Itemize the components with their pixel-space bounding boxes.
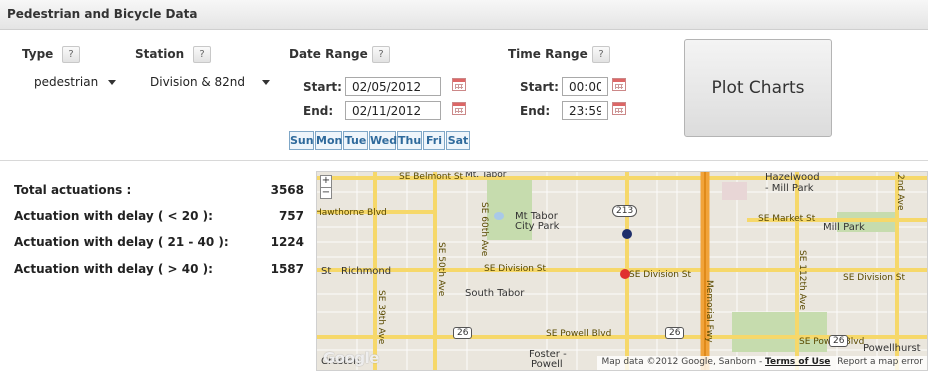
map-label-mt-tabor: Mt. Tabor	[465, 171, 507, 180]
stat-label-total: Total actuations :	[14, 183, 132, 197]
map-label-60th: SE 60th Ave	[479, 202, 489, 257]
station-marker-navy[interactable]	[622, 229, 632, 239]
time-start-label: Start:	[520, 80, 559, 94]
google-logo[interactable]: Google	[323, 349, 379, 367]
date-end-label: End:	[303, 104, 334, 118]
time-end-input[interactable]	[562, 101, 608, 120]
map-label-hazelwood: Hazelwood	[765, 172, 820, 183]
type-select-value: pedestrian	[34, 75, 99, 89]
day-toggle-thu[interactable]: Thu	[397, 131, 422, 150]
type-select[interactable]: pedestrian	[34, 75, 116, 91]
map-label-powellhurst: Powellhurst	[863, 343, 921, 354]
map-label-mill-park: Mill Park	[823, 222, 865, 233]
map-label-foster-2: Powell	[531, 359, 563, 370]
calendar-icon[interactable]	[612, 78, 626, 91]
day-toggle-sat[interactable]: Sat	[446, 131, 470, 150]
calendar-icon[interactable]	[612, 102, 626, 115]
day-toggle-fri[interactable]: Fri	[423, 131, 445, 150]
highway-shield-26-west: 26	[453, 327, 473, 339]
station-select[interactable]: Division & 82nd	[150, 75, 270, 91]
chevron-down-icon	[262, 80, 270, 85]
map-attribution: Map data ©2012 Google, Sanborn - Terms o…	[597, 356, 927, 370]
day-toggle-tue[interactable]: Tue	[343, 131, 368, 150]
zoom-control: + −	[320, 175, 332, 199]
stat-value-delay-over-40: 1587	[270, 262, 304, 276]
map-label-market: SE Market St	[758, 214, 816, 224]
date-start-label: Start:	[303, 80, 342, 94]
map-label-richmond: Richmond	[341, 266, 392, 277]
day-toggle-mon[interactable]: Mon	[315, 131, 342, 150]
map-label-mill-park-a: - Mill Park	[765, 183, 814, 194]
stat-value-delay-under-20: 757	[278, 209, 304, 223]
date-range-label: Date Range	[289, 47, 368, 61]
type-label: Type	[22, 47, 54, 61]
stat-label-delay-under-20: Actuation with delay ( < 20 ):	[14, 209, 213, 223]
map-label-50th: SE 50th Ave	[436, 242, 446, 297]
stat-label-delay-over-40: Actuation with delay ( > 40 ):	[14, 262, 213, 276]
station-select-value: Division & 82nd	[150, 75, 246, 89]
map-label-belmont: SE Belmont St	[399, 172, 464, 182]
day-of-week-filter: Sun Mon Tue Wed Thu Fri Sat	[289, 131, 470, 150]
map-label-39th: SE 39th Ave	[376, 290, 386, 345]
chevron-down-icon	[108, 80, 116, 85]
calendar-icon[interactable]	[452, 102, 466, 115]
day-toggle-sun[interactable]: Sun	[289, 131, 314, 150]
map-label-2nd-ave: 2nd Ave	[895, 174, 905, 211]
map-label-112th: SE 112th Ave	[797, 250, 807, 311]
map-label-division-far-e: SE Division St	[843, 273, 906, 283]
time-start-input[interactable]	[562, 77, 608, 96]
time-range-label: Time Range	[508, 47, 588, 61]
date-end-input[interactable]	[345, 101, 441, 120]
map-label-memorial-fwy: Memorial Fwy	[704, 280, 714, 343]
station-label: Station	[135, 47, 185, 61]
highway-shield-26-center: 26	[665, 327, 685, 339]
date-start-input[interactable]	[345, 77, 441, 96]
panel-header: Pedestrian and Bicycle Data	[0, 0, 928, 30]
highway-shield-26-east: 26	[829, 335, 849, 347]
zoom-out-button[interactable]: −	[321, 187, 331, 198]
map-label-division-w: SE Division St	[484, 264, 547, 274]
map-label-mt-tabor-park-2: City Park	[515, 221, 560, 232]
stat-value-total: 3568	[270, 183, 304, 197]
report-map-error-link[interactable]: Report a map error	[837, 357, 923, 367]
map-label-richmond-st: St	[321, 266, 332, 277]
terms-of-use-link[interactable]: Terms of Use	[765, 357, 830, 367]
time-end-label: End:	[520, 104, 551, 118]
map-label-hawthorne: Hawthorne Blvd	[316, 208, 387, 218]
plot-charts-button[interactable]: Plot Charts	[684, 39, 832, 137]
day-toggle-wed[interactable]: Wed	[369, 131, 397, 150]
map-label-powell: SE Powell Blvd	[546, 329, 612, 339]
type-help-button[interactable]: ?	[62, 46, 80, 63]
stat-label-delay-21-40: Actuation with delay ( 21 - 40 ):	[14, 235, 229, 249]
section-divider	[0, 160, 928, 161]
station-map[interactable]: + − SE Belmont St Mt. Tabor Hazelwood - …	[316, 171, 928, 371]
zoom-in-button[interactable]: +	[321, 176, 331, 187]
map-label-south-tabor: South Tabor	[465, 288, 525, 299]
station-help-button[interactable]: ?	[193, 46, 211, 63]
calendar-icon[interactable]	[452, 78, 466, 91]
panel-title: Pedestrian and Bicycle Data	[7, 7, 198, 21]
stat-value-delay-21-40: 1224	[270, 235, 304, 249]
date-range-help-button[interactable]: ?	[372, 46, 390, 63]
highway-shield-213: 213	[612, 205, 638, 217]
time-range-help-button[interactable]: ?	[592, 46, 610, 63]
map-label-division-e: SE Division St	[629, 270, 692, 280]
map-data-credit: Map data ©2012 Google, Sanborn -	[601, 357, 766, 367]
